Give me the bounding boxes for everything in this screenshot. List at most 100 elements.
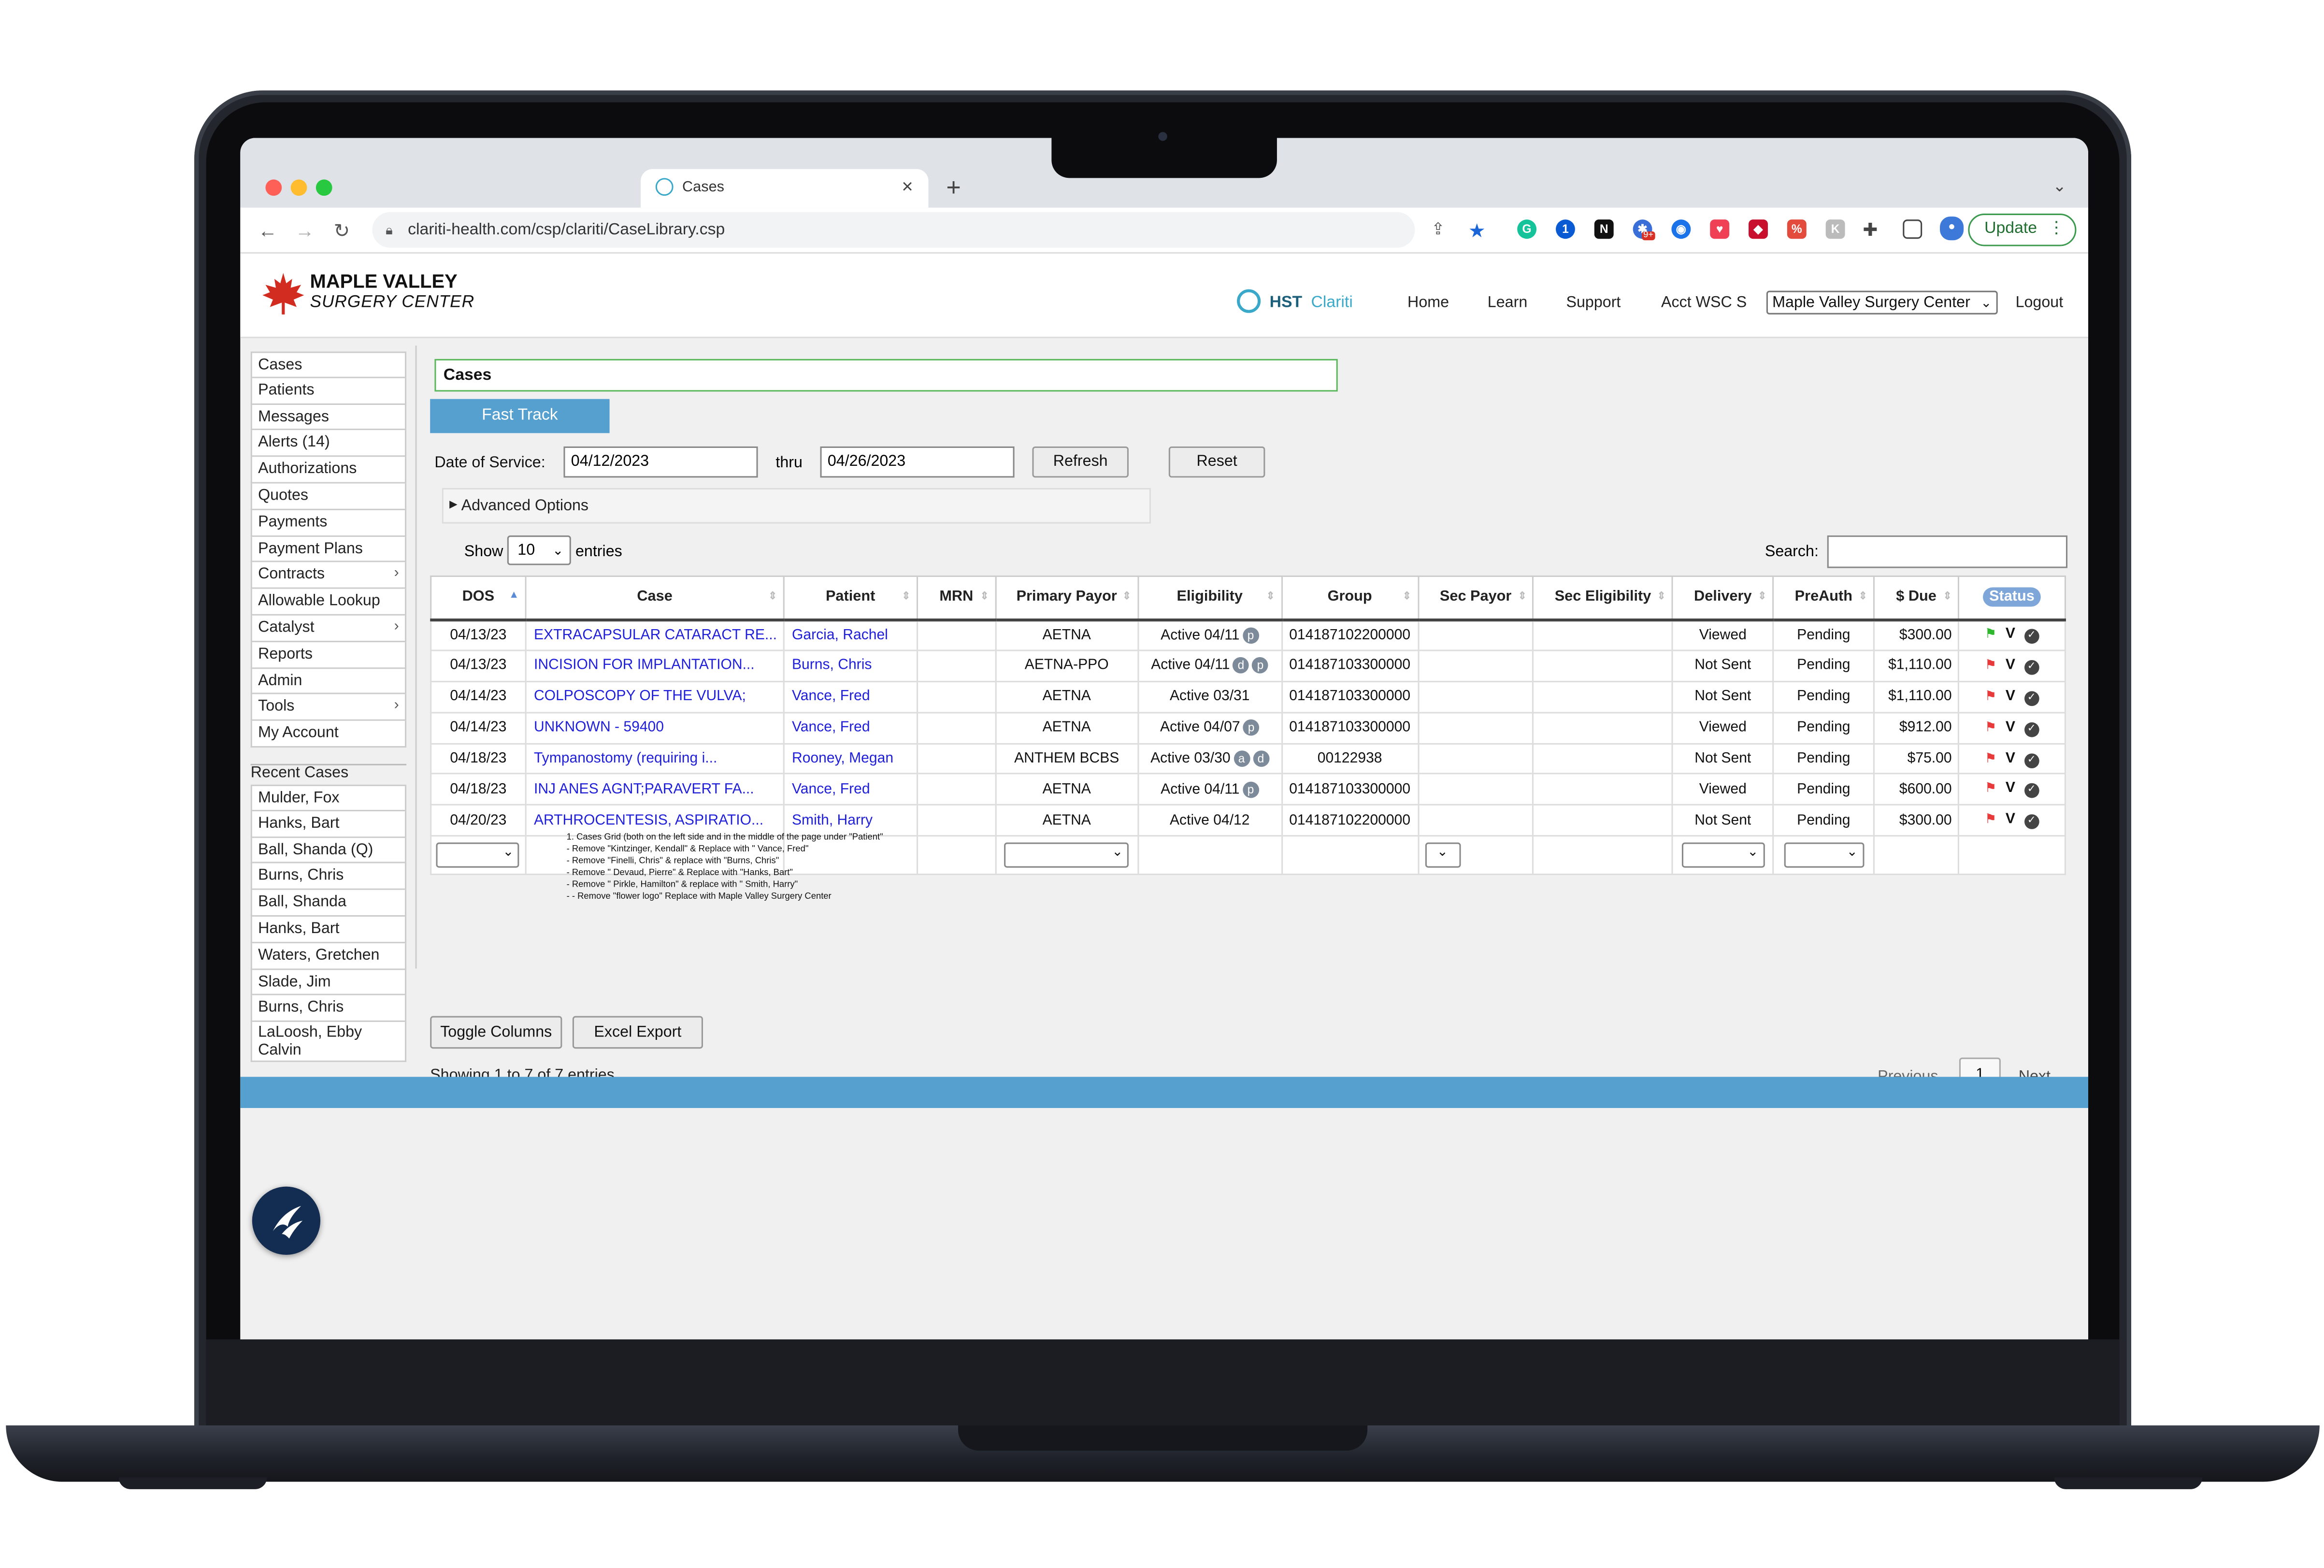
recent-case-item[interactable]: Hanks, Bart bbox=[250, 916, 407, 943]
check-circle-icon[interactable]: ✓ bbox=[2024, 690, 2039, 706]
cell-eligibility[interactable]: Active 04/11 p bbox=[1137, 619, 1283, 651]
reload-icon[interactable]: ↻ bbox=[334, 219, 350, 243]
table-row[interactable]: 04/13/23 INCISION FOR IMPLANTATION... Burn… bbox=[430, 649, 2066, 682]
forward-arrow-icon[interactable]: → bbox=[295, 219, 315, 242]
eligibility-d-badge-icon[interactable]: d bbox=[1233, 657, 1249, 674]
eligibility-p-badge-icon[interactable]: p bbox=[1252, 657, 1269, 674]
recent-case-item[interactable]: LaLoosh, Ebby Calvin bbox=[250, 1022, 407, 1063]
sidebar-item-quotes[interactable]: Quotes bbox=[250, 483, 407, 510]
browser-tab[interactable]: Cases × bbox=[641, 169, 929, 208]
col-dos[interactable]: DOS ▲ bbox=[430, 575, 527, 621]
nav-learn[interactable]: Learn bbox=[1488, 294, 1527, 312]
tab-search-chevron-icon[interactable]: ⌄ bbox=[2052, 176, 2066, 196]
table-row[interactable]: 04/14/23 UNKNOWN - 59400 Vance, Fred AETNA A… bbox=[430, 711, 2066, 744]
cell-eligibility[interactable]: Active 04/11 p bbox=[1137, 773, 1283, 806]
share-icon[interactable]: ⇪ bbox=[1431, 219, 1445, 239]
grammarly-extension-icon[interactable]: G bbox=[1517, 219, 1537, 239]
sidebar-item-cases[interactable]: Cases bbox=[250, 351, 407, 378]
check-circle-icon[interactable]: ✓ bbox=[2024, 660, 2039, 675]
verified-v-icon[interactable]: V bbox=[2006, 812, 2015, 828]
eligibility-p-badge-icon[interactable]: p bbox=[1243, 719, 1260, 736]
flag-icon[interactable]: ⚑ bbox=[1985, 781, 1997, 796]
recent-case-item[interactable]: Slade, Jim bbox=[250, 969, 407, 996]
col-patient[interactable]: Patient ⇕ bbox=[783, 575, 918, 621]
recent-case-item[interactable]: Mulder, Fox bbox=[250, 784, 407, 811]
eligibility-p-badge-icon[interactable]: p bbox=[1242, 627, 1259, 644]
check-circle-icon[interactable]: ✓ bbox=[2024, 721, 2039, 737]
col-case[interactable]: Case ⇕ bbox=[525, 575, 785, 621]
col-sec-eligibility[interactable]: Sec Eligibility ⇕ bbox=[1533, 575, 1674, 621]
facility-select[interactable]: Maple Valley Surgery Center ⌄ bbox=[1766, 290, 1998, 315]
eligibility-p-badge-icon[interactable]: p bbox=[1242, 781, 1259, 798]
eligibility-a-badge-icon[interactable]: a bbox=[1233, 750, 1250, 767]
sidebar-item-my-account[interactable]: My Account bbox=[250, 721, 407, 748]
cell-patient-link[interactable]: Vance, Fred bbox=[783, 773, 918, 806]
recent-case-item[interactable]: Burns, Chris bbox=[250, 995, 407, 1022]
toggle-columns-button[interactable]: Toggle Columns bbox=[430, 1016, 562, 1049]
table-row[interactable]: 04/18/23 INJ ANES AGNT;PARAVERT FA... Vanc… bbox=[430, 773, 2066, 806]
reset-button[interactable]: Reset bbox=[1168, 446, 1265, 478]
cell-patient-link[interactable]: Vance, Fred bbox=[783, 711, 918, 744]
verified-v-icon[interactable]: V bbox=[2006, 781, 2015, 797]
puzzle-extensions-icon[interactable]: ✚ bbox=[1863, 219, 1878, 240]
update-button[interactable]: Update ⋮ bbox=[1968, 214, 2077, 246]
kebab-menu-icon[interactable]: ⋮ bbox=[2048, 215, 2065, 243]
to-date-input[interactable]: 04/26/2023 bbox=[820, 446, 1015, 478]
sidebar-toggle-icon[interactable] bbox=[1903, 219, 1922, 239]
cell-case-link[interactable]: INCISION FOR IMPLANTATION... bbox=[525, 649, 785, 682]
cell-eligibility[interactable]: Active 03/30 a d bbox=[1137, 742, 1283, 775]
notion-extension-icon[interactable]: N bbox=[1594, 219, 1614, 239]
cell-patient-link[interactable]: Smith, Harry bbox=[783, 804, 918, 837]
table-row[interactable]: 04/18/23 Tympanostomy (requiring i... Roon… bbox=[430, 742, 2066, 775]
col-primary-payor[interactable]: Primary Payor ⇕ bbox=[994, 575, 1139, 621]
recent-case-item[interactable]: Hanks, Bart bbox=[250, 811, 407, 837]
sidebar-item-catalyst[interactable]: Catalyst › bbox=[250, 615, 407, 642]
col-status[interactable]: Status bbox=[1957, 575, 2066, 621]
verified-v-icon[interactable]: V bbox=[2006, 750, 2015, 766]
cell-patient-link[interactable]: Garcia, Rachel bbox=[783, 619, 918, 651]
from-date-input[interactable]: 04/12/2023 bbox=[563, 446, 758, 478]
payor-filter-select[interactable]: ⌄ bbox=[1004, 843, 1129, 868]
sidebar-item-patients[interactable]: Patients bbox=[250, 378, 407, 404]
col-sec-payor[interactable]: Sec Payor ⇕ bbox=[1417, 575, 1535, 621]
check-circle-icon[interactable]: ✓ bbox=[2024, 629, 2039, 644]
sidebar-item-tools[interactable]: Tools › bbox=[250, 694, 407, 721]
sidebar-item-contracts[interactable]: Contracts › bbox=[250, 562, 407, 590]
col-eligibility[interactable]: Eligibility ⇕ bbox=[1137, 575, 1283, 621]
delivery-filter-select[interactable]: ⌄ bbox=[1681, 843, 1765, 868]
flag-icon[interactable]: ⚑ bbox=[1985, 750, 1997, 765]
sidebar-item-payment-plans[interactable]: Payment Plans bbox=[250, 536, 407, 563]
col-group[interactable]: Group ⇕ bbox=[1280, 575, 1419, 621]
check-circle-icon[interactable]: ✓ bbox=[2024, 752, 2039, 768]
sidebar-item-messages[interactable]: Messages bbox=[250, 404, 407, 431]
sidebar-item-alerts[interactable]: Alerts (14) bbox=[250, 431, 407, 458]
preauth-filter-select[interactable]: ⌄ bbox=[1783, 843, 1864, 868]
pocket-extension-icon[interactable]: ♥ bbox=[1710, 219, 1730, 239]
search-input[interactable] bbox=[1827, 535, 2068, 568]
cell-patient-link[interactable]: Vance, Fred bbox=[783, 680, 918, 713]
cell-eligibility[interactable]: Active 04/12 bbox=[1137, 804, 1283, 837]
recent-case-item[interactable]: Burns, Chris bbox=[250, 863, 407, 891]
advanced-options-toggle[interactable]: ▶ Advanced Options bbox=[442, 488, 1151, 524]
verified-v-icon[interactable]: V bbox=[2006, 719, 2015, 735]
url-field[interactable]: 🔒︎ clariti-health.com/csp/clariti/CaseLi… bbox=[372, 212, 1415, 248]
logout-link[interactable]: Logout bbox=[2016, 294, 2064, 312]
col-mrn[interactable]: MRN ⇕ bbox=[916, 575, 997, 621]
close-tab-icon[interactable]: × bbox=[902, 175, 913, 197]
check-circle-icon[interactable]: ✓ bbox=[2024, 815, 2039, 830]
verified-v-icon[interactable]: V bbox=[2006, 688, 2015, 704]
back-arrow-icon[interactable]: ← bbox=[258, 219, 277, 242]
cell-case-link[interactable]: EXTRACAPSULAR CATARACT RE... bbox=[525, 619, 785, 651]
check-circle-icon[interactable]: ✓ bbox=[2024, 783, 2039, 799]
maximize-window-button[interactable] bbox=[316, 179, 332, 196]
sec-payor-filter-select[interactable]: ⌄ bbox=[1424, 843, 1461, 868]
cell-eligibility[interactable]: Active 04/07 p bbox=[1137, 711, 1283, 744]
flag-icon[interactable]: ⚑ bbox=[1985, 626, 1997, 641]
sidebar-item-admin[interactable]: Admin bbox=[250, 668, 407, 695]
col-due[interactable]: $ Due ⇕ bbox=[1873, 575, 1959, 621]
close-window-button[interactable] bbox=[265, 179, 282, 196]
col-preauth[interactable]: PreAuth ⇕ bbox=[1772, 575, 1875, 621]
pdf-extension-icon[interactable]: % bbox=[1787, 219, 1807, 239]
cell-patient-link[interactable]: Rooney, Megan bbox=[783, 742, 918, 775]
cell-case-link[interactable]: ARTHROCENTESIS, ASPIRATIO... bbox=[525, 804, 785, 837]
